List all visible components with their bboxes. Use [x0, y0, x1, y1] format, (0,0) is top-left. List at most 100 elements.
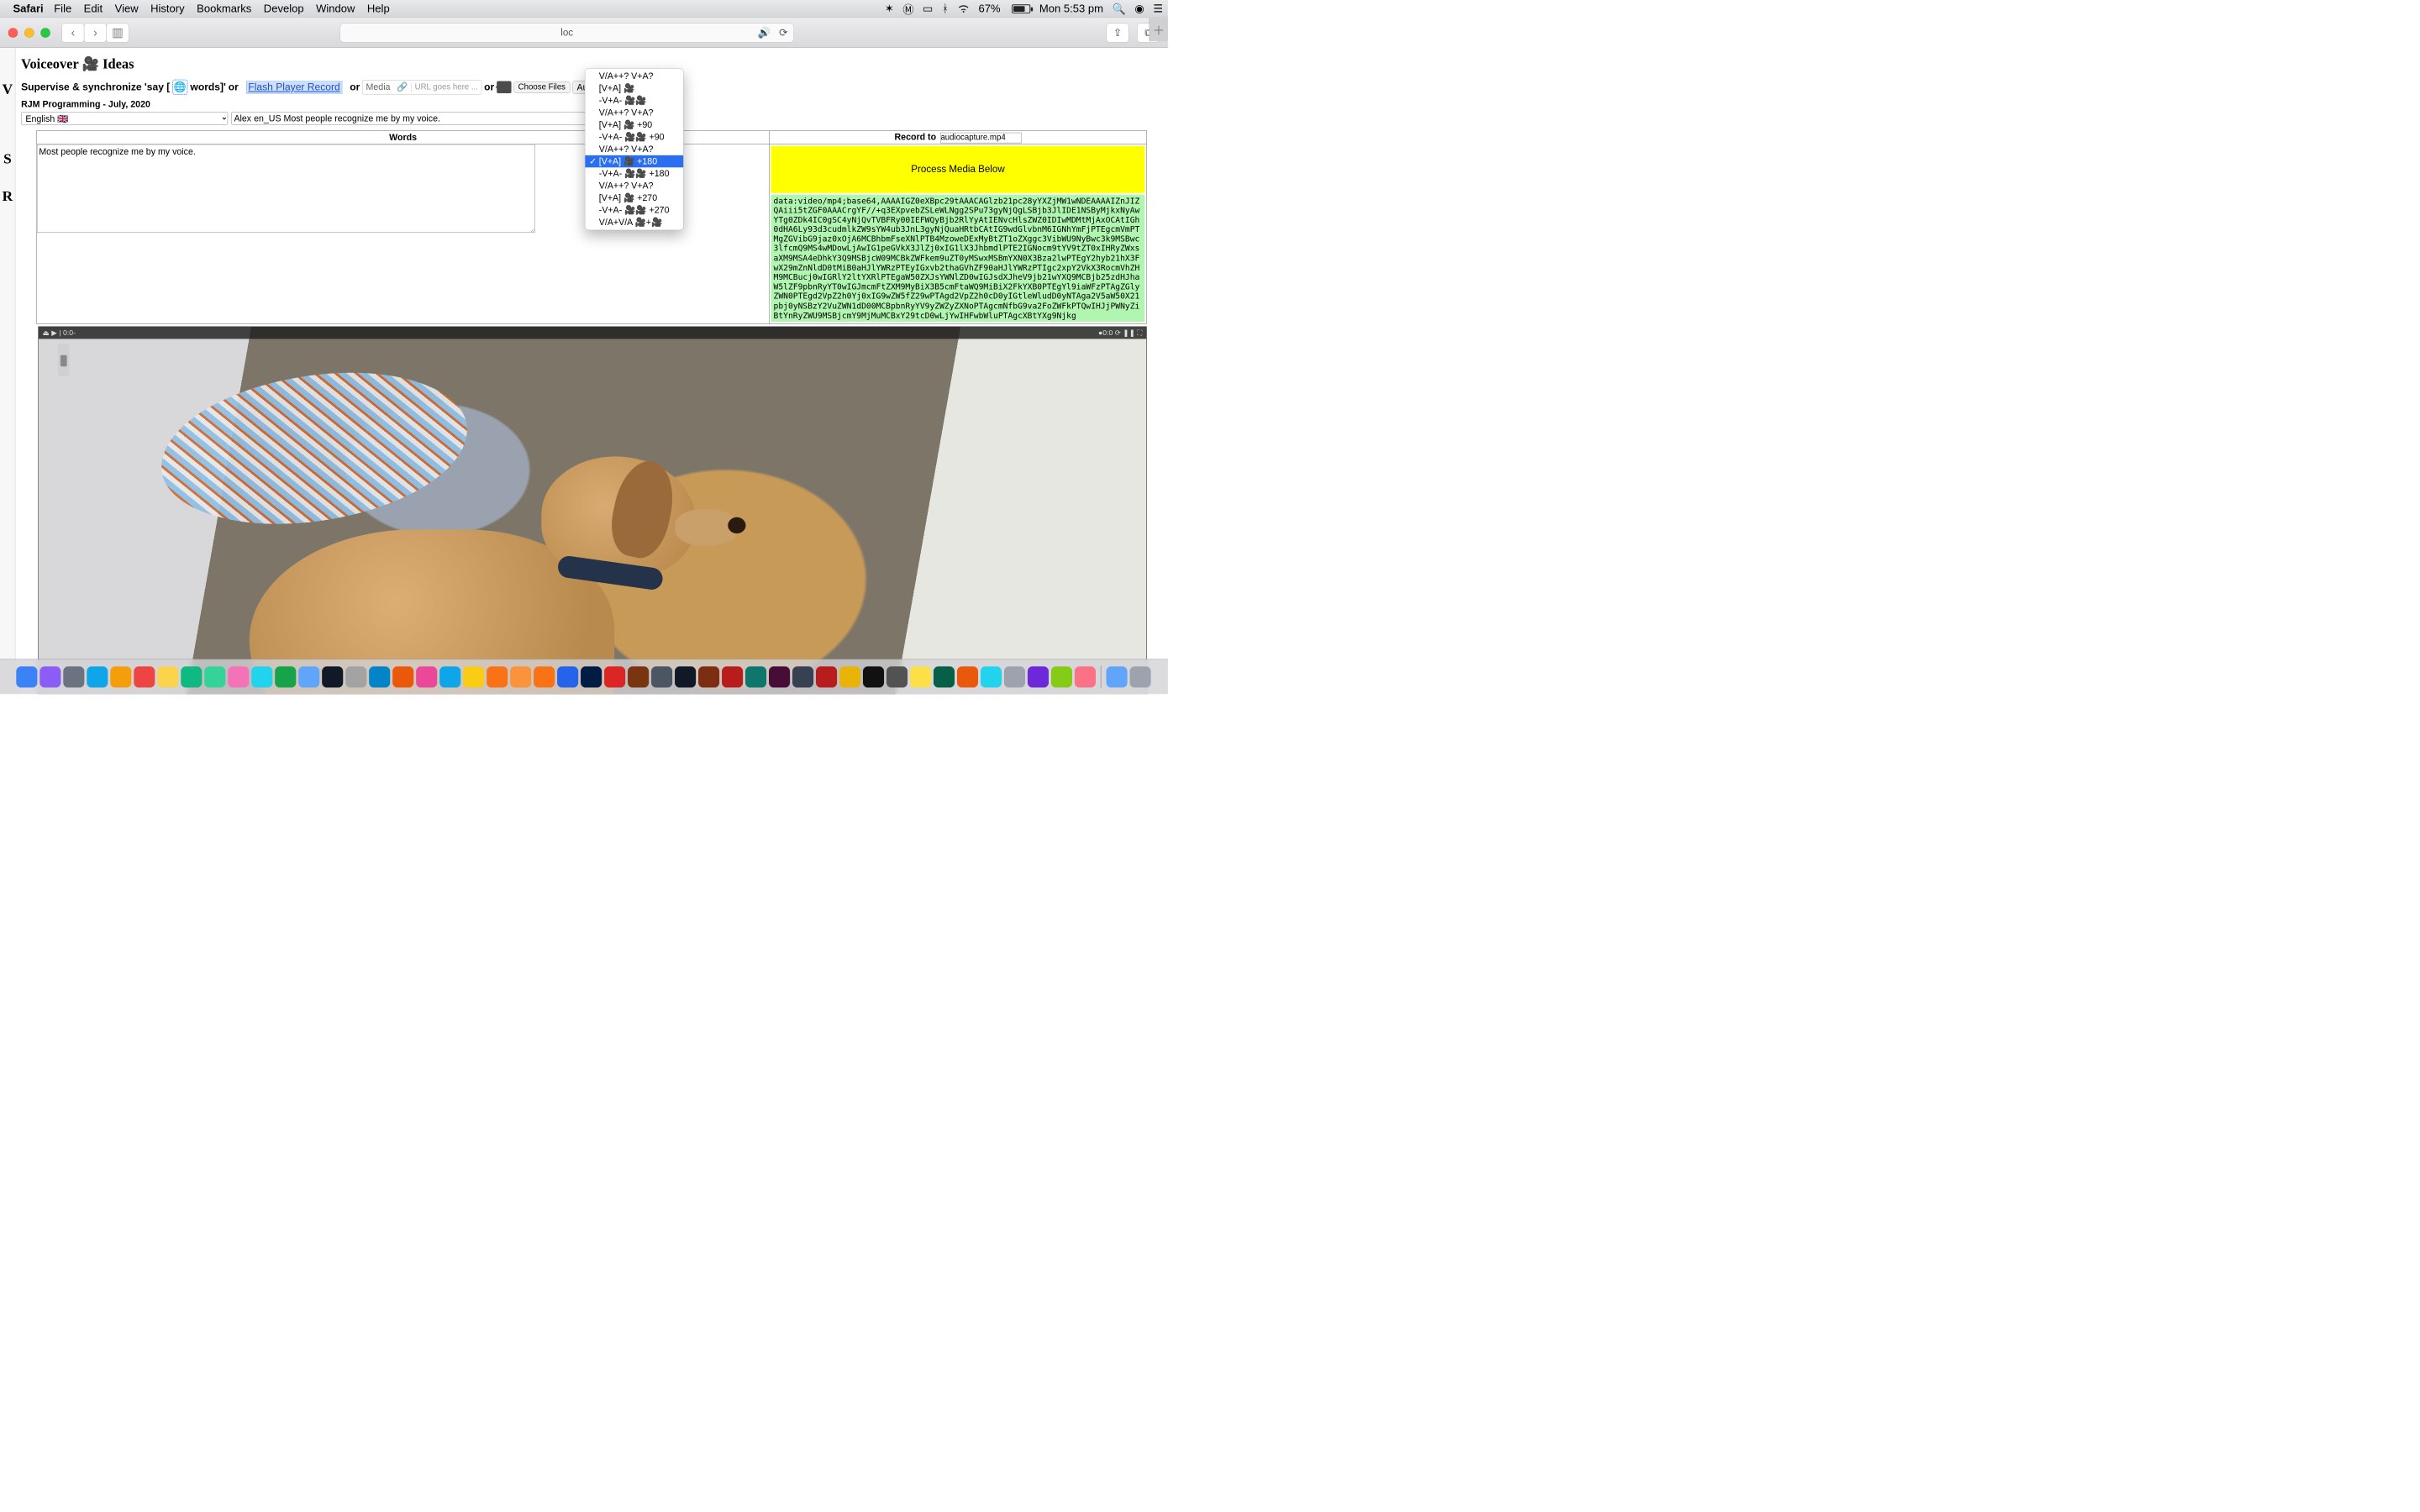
dock-f-icon[interactable] [863, 666, 884, 687]
forward-button[interactable]: › [84, 23, 107, 42]
voice-input[interactable] [231, 112, 596, 124]
dock-mail-icon[interactable] [298, 666, 319, 687]
spotlight-icon[interactable]: 🔍 [1113, 3, 1126, 15]
menu-file[interactable]: File [54, 3, 71, 15]
dock-preview-icon[interactable] [110, 666, 131, 687]
close-window-button[interactable] [8, 28, 18, 38]
dock-contacts-icon[interactable] [345, 666, 366, 687]
dropdown-item[interactable]: [V+A] 🎥 +90 [585, 118, 683, 130]
dock-messages-icon[interactable] [251, 666, 272, 687]
dock-a15-icon[interactable] [1004, 666, 1025, 687]
dock-chrome-icon[interactable] [557, 666, 578, 687]
dropdown-item[interactable]: -V+A- 🎥🎥 +180 [585, 167, 683, 179]
dropdown-item[interactable]: -V+A- 🎥🎥 [585, 94, 683, 106]
dock-gimp-icon[interactable] [651, 666, 672, 687]
dock-a7-icon[interactable] [698, 666, 719, 687]
dock-calendar-icon[interactable] [134, 666, 155, 687]
dock-a12-icon[interactable] [910, 666, 931, 687]
new-tab-button[interactable]: ＋ [1150, 18, 1168, 41]
wifi-icon[interactable] [957, 4, 969, 13]
menu-edit[interactable]: Edit [84, 3, 103, 15]
dock-a6-icon[interactable] [628, 666, 649, 687]
dock-a17-icon[interactable] [1051, 666, 1072, 687]
dock-stocks-icon[interactable] [322, 666, 343, 687]
choose-files-button[interactable]: Choose Files [513, 81, 570, 93]
dropdown-item[interactable]: [V+A] 🎥 +180 [585, 155, 683, 167]
dock-maps-icon[interactable] [204, 666, 225, 687]
airplay-icon[interactable]: ▭ [923, 3, 933, 15]
dock-opera-icon[interactable] [604, 666, 625, 687]
process-media-button[interactable]: Process Media Below [771, 145, 1145, 192]
video-time-right[interactable]: ●0:0 ⟳ ❚❚ ⛶ [1098, 328, 1142, 337]
dock-trash-icon[interactable] [1130, 666, 1151, 687]
back-button[interactable]: ‹ [61, 23, 84, 42]
dock-finder-icon[interactable] [16, 666, 37, 687]
language-select[interactable]: English 🇬🇧 [21, 112, 228, 124]
address-bar[interactable]: loc 🔊 ⟳ [339, 23, 794, 42]
dock-appstore-icon[interactable] [369, 666, 390, 687]
dock-safari-icon[interactable] [87, 666, 108, 687]
dropdown-item[interactable]: V/A++? V+A? [585, 70, 683, 81]
dock-a8-icon[interactable] [722, 666, 743, 687]
audio-playing-icon[interactable]: 🔊 [758, 26, 771, 39]
record-filename-input[interactable] [940, 133, 1022, 144]
dropdown-item[interactable]: V/A++? V+A? [585, 107, 683, 118]
video-volume-slider[interactable] [58, 344, 70, 376]
menu-history[interactable]: History [150, 3, 185, 15]
dock-a4-icon[interactable] [487, 666, 508, 687]
dropdown-item[interactable]: V/A+V/A 🎥+🎥 [585, 216, 683, 228]
dock-notes-icon[interactable] [157, 666, 178, 687]
bluetooth-icon[interactable]: ᚼ [942, 3, 949, 15]
dropdown-item[interactable]: -V+A- 🎥🎥 +90 [585, 131, 683, 143]
dock-terminal-icon[interactable] [675, 666, 696, 687]
flash-player-record-link[interactable]: Flash Player Record [246, 81, 342, 93]
dock-a9-icon[interactable] [792, 666, 813, 687]
dock-r-icon[interactable] [745, 666, 766, 687]
battery-icon[interactable] [1009, 4, 1030, 13]
dock-a16-icon[interactable] [1028, 666, 1049, 687]
dock-a3-icon[interactable] [463, 666, 484, 687]
dropdown-item[interactable]: V/A++? V+A? [585, 180, 683, 192]
dock-siri-icon[interactable] [39, 666, 60, 687]
dock-reminders-icon[interactable] [181, 666, 202, 687]
dock-a10-icon[interactable] [839, 666, 860, 687]
video-player[interactable]: ⏏ ▶ | 0:0- ●0:0 ⟳ ❚❚ ⛶ [38, 327, 1146, 695]
menu-window[interactable]: Window [316, 3, 355, 15]
dock-a18-icon[interactable] [1075, 666, 1096, 687]
minimize-window-button[interactable] [24, 28, 34, 38]
menu-view[interactable]: View [115, 3, 139, 15]
camera-icon[interactable] [497, 81, 511, 93]
dock-facetime-icon[interactable] [275, 666, 296, 687]
menu-develop[interactable]: Develop [264, 3, 304, 15]
dock-xd-icon[interactable] [769, 666, 790, 687]
rotation-dropdown[interactable]: V/A++? V+A?[V+A] 🎥-V+A- 🎥🎥V/A++? V+A?[V+… [585, 68, 684, 230]
url-placeholder[interactable]: URL goes here ... [411, 82, 481, 92]
dock-a14-icon[interactable] [957, 666, 978, 687]
dropdown-item[interactable]: -V+A- 🎥🎥 +270 [585, 204, 683, 216]
reload-icon[interactable]: ⟳ [779, 26, 788, 39]
dock-a1-icon[interactable] [392, 666, 413, 687]
status-icon[interactable]: Ⓜ [902, 1, 913, 17]
dock-a5-icon[interactable] [510, 666, 531, 687]
dock-ps-icon[interactable] [581, 666, 602, 687]
menu-help[interactable]: Help [367, 3, 390, 15]
sidebar-button[interactable]: ▥ [106, 23, 129, 42]
video-controls-bar[interactable]: ⏏ ▶ | 0:0- ●0:0 ⟳ ❚❚ ⛶ [39, 327, 1146, 339]
dock-a2-icon[interactable] [439, 666, 460, 687]
dock-q-icon[interactable] [981, 666, 1002, 687]
dock-music-icon[interactable] [416, 666, 437, 687]
dock-a13-icon[interactable] [934, 666, 955, 687]
siri-icon[interactable]: ◉ [1134, 3, 1144, 15]
menu-bookmarks[interactable]: Bookmarks [197, 3, 251, 15]
dock-a11-icon[interactable] [886, 666, 908, 687]
menubar-clock[interactable]: Mon 5:53 pm [1039, 3, 1103, 15]
status-icon[interactable]: ✶ [885, 3, 894, 15]
dock-fz-icon[interactable] [816, 666, 837, 687]
dock-photos-icon[interactable] [228, 666, 249, 687]
base64-output[interactable]: data:video/mp4;base64,AAAAIGZ0eXBpc29tAA… [771, 194, 1145, 322]
globe-icon[interactable]: 🌐 [172, 80, 187, 95]
app-name[interactable]: Safari [13, 3, 43, 15]
dropdown-item[interactable]: [V+A] 🎥 [585, 82, 683, 94]
dock-firefox-icon[interactable] [534, 666, 555, 687]
dock-launchpad-icon[interactable] [63, 666, 84, 687]
